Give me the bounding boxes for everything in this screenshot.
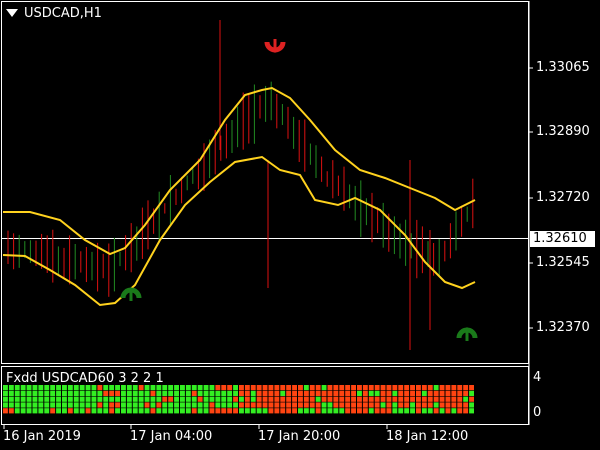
buy-arrow-icon xyxy=(456,327,478,341)
chart-title: USDCAD,H1 xyxy=(24,6,102,21)
strength-heatmap xyxy=(3,385,474,414)
chart-window[interactable]: USDCAD,H1 1.33065 1.32890 1.32720 1.3254… xyxy=(0,0,600,450)
indicator-axis-label: 0 xyxy=(533,405,542,420)
dropdown-triangle-icon[interactable] xyxy=(6,9,18,17)
current-price-tag: 1.32610 xyxy=(530,231,595,247)
main-chart-frame xyxy=(1,1,529,364)
time-label: 17 Jan 04:00 xyxy=(130,429,213,444)
price-label: 1.32720 xyxy=(536,190,590,205)
time-label: 18 Jan 12:00 xyxy=(386,429,469,444)
buy-arrow-icon xyxy=(120,287,142,301)
price-label: 1.33065 xyxy=(536,60,590,75)
indicator-axis-label: 4 xyxy=(533,370,542,385)
indicator-name: Fxdd USDCAD60 3 2 2 1 xyxy=(6,371,164,386)
price-label: 1.32545 xyxy=(536,255,590,270)
price-label: 1.32370 xyxy=(536,320,590,335)
band-lines xyxy=(2,86,476,307)
sell-arrow-icon xyxy=(264,39,286,53)
time-label: 16 Jan 2019 xyxy=(3,429,81,444)
price-label: 1.32890 xyxy=(536,124,590,139)
time-label: 17 Jan 20:00 xyxy=(258,429,341,444)
